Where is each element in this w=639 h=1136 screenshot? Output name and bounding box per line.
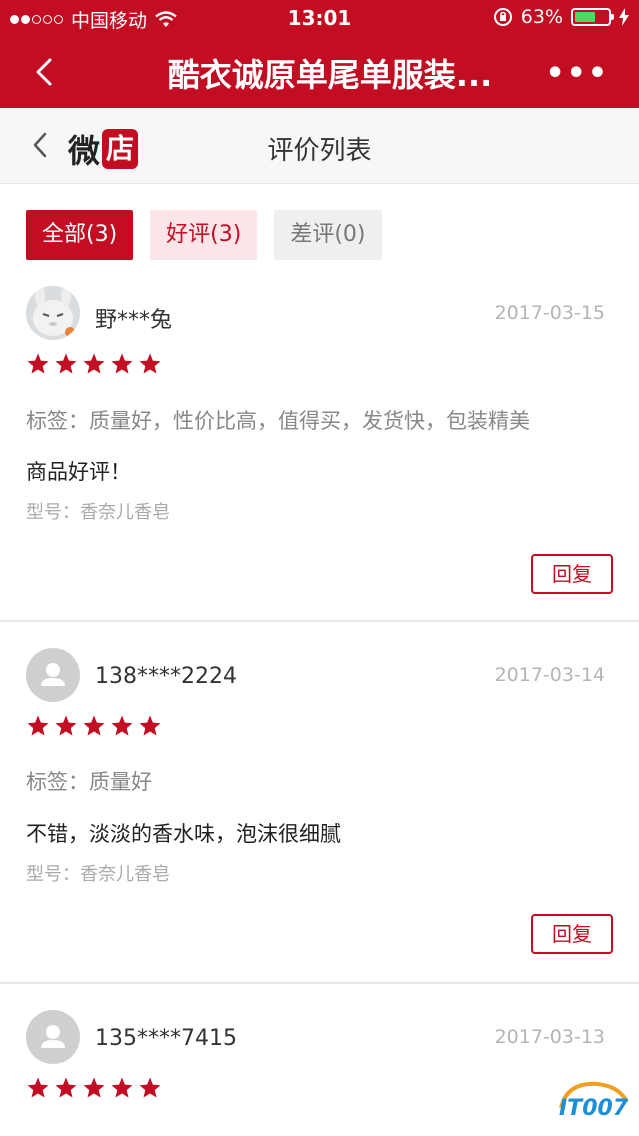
nav-bar: 酷衣诚原单尾单服装... ••• — [0, 36, 639, 108]
section-title: 评价列表 — [267, 136, 372, 166]
default-user-icon — [41, 663, 65, 686]
review-item: 野***兔 2017-03-15 标签：质量好，性价比高，值得买，发货快，包装精… — [0, 262, 639, 622]
star-icon — [111, 715, 133, 736]
rotation-lock-icon — [493, 8, 512, 26]
avatar — [26, 648, 80, 702]
star-icon — [27, 1077, 49, 1098]
review-content: 商品好评！ — [26, 460, 131, 484]
reviewer-name: 138****2224 — [95, 664, 237, 689]
status-bar: 中国移动 13:01 63% — [0, 0, 639, 36]
reply-button[interactable]: 回复 — [531, 554, 613, 594]
review-tags: 标签：质量好，性价比高，值得买，发货快，包装精美 — [26, 409, 530, 433]
back-chevron-icon[interactable] — [26, 54, 62, 90]
battery-fill — [575, 12, 596, 22]
more-menu-button[interactable]: ••• — [545, 56, 609, 91]
review-date: 2017-03-15 — [494, 302, 605, 324]
default-user-icon — [41, 1025, 65, 1048]
avatar — [26, 286, 80, 340]
review-item: 138****2224 2017-03-14 标签：质量好 不错，淡淡的香水味，… — [0, 622, 639, 984]
star-rating — [26, 1076, 162, 1100]
it007-watermark: IT007 — [553, 1078, 635, 1132]
star-icon — [111, 353, 133, 374]
star-icon — [55, 353, 77, 374]
star-rating — [26, 714, 162, 738]
review-tags: 标签：质量好 — [26, 770, 152, 794]
star-icon — [111, 1077, 133, 1098]
star-icon — [139, 1077, 161, 1098]
tab-negative[interactable]: 差评(0) — [274, 210, 382, 260]
tab-positive[interactable]: 好评(3) — [150, 210, 258, 260]
star-icon — [83, 1077, 105, 1098]
page-title: 酷衣诚原单尾单服装... — [167, 56, 493, 94]
battery-percent: 63% — [520, 6, 563, 28]
review-item: 135****7415 2017-03-13 — [0, 984, 639, 1136]
review-date: 2017-03-13 — [494, 1026, 605, 1048]
star-icon — [139, 715, 161, 736]
review-date: 2017-03-14 — [494, 664, 605, 686]
star-icon — [139, 353, 161, 374]
reviewer-name: 135****7415 — [95, 1026, 237, 1051]
star-rating — [26, 352, 162, 376]
charging-bolt-icon — [619, 8, 629, 26]
tab-all[interactable]: 全部(3) — [26, 210, 134, 260]
star-icon — [55, 715, 77, 736]
product-model: 型号：香奈儿香皂 — [26, 864, 170, 885]
star-icon — [27, 353, 49, 374]
sub-header: 微 店 评价列表 — [0, 108, 639, 184]
reply-button[interactable]: 回复 — [531, 914, 613, 954]
review-filter-tabs: 全部(3) 好评(3) 差评(0) — [26, 210, 382, 260]
reviewer-name: 野***兔 — [95, 308, 173, 333]
product-model: 型号：香奈儿香皂 — [26, 502, 170, 523]
battery-icon — [571, 8, 614, 26]
status-right: 63% — [493, 6, 629, 28]
star-icon — [27, 715, 49, 736]
star-icon — [83, 715, 105, 736]
review-content: 不错，淡淡的香水味，泡沫很细腻 — [26, 822, 341, 846]
watermark-text: IT007 — [559, 1096, 629, 1121]
bunny-avatar-icon — [26, 286, 80, 340]
star-icon — [55, 1077, 77, 1098]
avatar — [26, 1010, 80, 1064]
star-icon — [83, 353, 105, 374]
